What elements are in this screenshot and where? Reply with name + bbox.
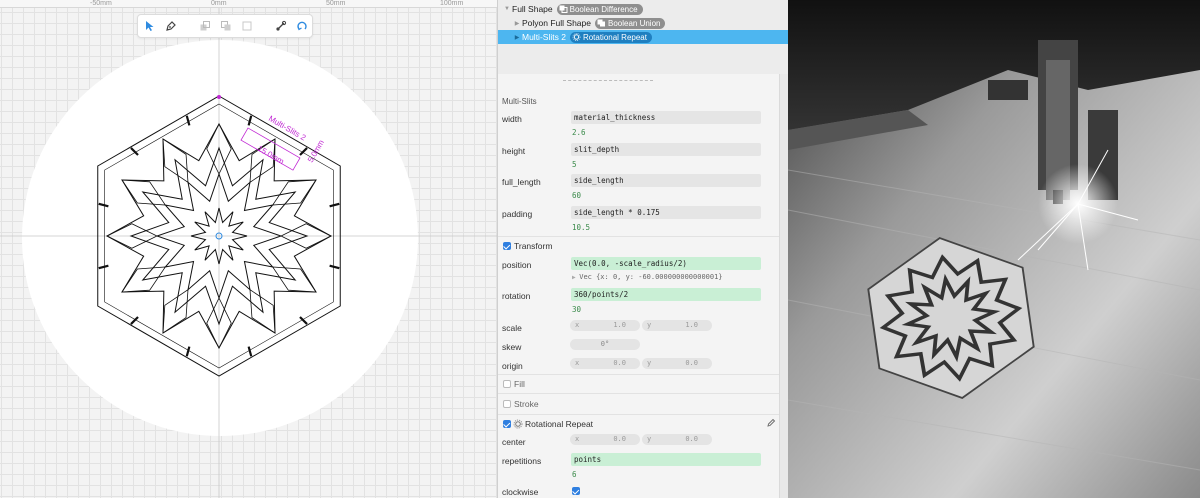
boolean-badge: Boolean Union — [595, 17, 666, 29]
center-x-input[interactable]: x 0.0 — [570, 434, 640, 445]
tree-item-label: Full Shape — [512, 4, 553, 14]
collapse-icon[interactable]: ▶ — [512, 20, 522, 27]
position-vector-readout: ▶ Vec {x: 0, y: -60.000000000000001} — [572, 273, 723, 281]
width-label: width — [502, 114, 522, 124]
rotation-label: rotation — [502, 291, 531, 301]
rim-slit — [98, 264, 109, 270]
collapse-icon[interactable]: ▶ — [512, 34, 522, 41]
stroke-label: Stroke — [514, 399, 539, 409]
pointer-icon[interactable] — [140, 15, 159, 37]
rim-slit — [98, 202, 109, 208]
slit-name-label: Multi-Slits 2 — [267, 114, 308, 143]
repetitions-value: 6 — [572, 470, 577, 479]
send-back-icon[interactable] — [216, 15, 235, 37]
full-length-label: full_length — [502, 177, 541, 187]
canvas-toolbar — [137, 14, 313, 38]
rim-slit — [329, 202, 340, 208]
scale-y-input[interactable]: y 1.0 — [642, 320, 712, 331]
position-expression-input[interactable]: Vec(0.0, -scale_radius/2) — [571, 257, 761, 270]
design-canvas[interactable]: -50mm 0mm 50mm 100mm Multi-Slits 2 15.0m… — [0, 0, 497, 498]
top-ruler: -50mm 0mm 50mm 100mm — [0, 0, 497, 8]
properties-panel: ▼ Full Shape Boolean Difference ▶ Polyon… — [497, 0, 788, 498]
boolean-badge: Boolean Difference — [556, 3, 643, 15]
origin-x-input[interactable]: x 0.0 — [570, 358, 640, 369]
ruler-label: 0mm — [211, 0, 227, 7]
rotation-expression-input[interactable]: 360/points/2 — [571, 288, 761, 301]
position-label: position — [502, 260, 532, 270]
width-expression-input[interactable]: material_thickness — [571, 111, 761, 124]
center-y-input[interactable]: y 0.0 — [642, 434, 712, 445]
rotational-repeat-title: Rotational Repeat — [525, 419, 594, 429]
ruler-label: -50mm — [90, 0, 112, 7]
repeat-icon[interactable] — [293, 15, 312, 37]
height-label: height — [502, 146, 526, 156]
properties-scroll[interactable]: Multi-Slits width material_thickness 2.6… — [498, 74, 779, 498]
scale-label: scale — [502, 323, 522, 333]
ruler-label: 100mm — [440, 0, 464, 7]
rim-slit — [329, 264, 340, 270]
edit-pencil-icon[interactable] — [766, 418, 776, 428]
skew-label: skew — [502, 342, 522, 352]
rim-slit — [185, 115, 191, 126]
tree-item-full-shape[interactable]: ▼ Full Shape Boolean Difference — [498, 2, 788, 16]
center-label: center — [502, 437, 526, 447]
anchor-point[interactable] — [217, 95, 221, 99]
repeat-badge: Rotational Repeat — [569, 31, 652, 43]
padding-expression-input[interactable]: side_length * 0.175 — [571, 206, 761, 219]
gear-icon — [572, 33, 581, 41]
expand-icon[interactable]: ▼ — [502, 6, 512, 12]
fill-label: Fill — [514, 379, 525, 389]
rim-slit — [185, 346, 191, 357]
repetitions-label: repetitions — [502, 456, 542, 466]
rotation-value: 30 — [572, 305, 582, 314]
ruler-label: 50mm — [326, 0, 346, 7]
tree-item-polyon-full-shape[interactable]: ▶ Polyon Full Shape Boolean Union — [498, 16, 788, 30]
height-value: 5 — [572, 160, 577, 169]
scale-x-input[interactable]: x 1.0 — [570, 320, 640, 331]
fill-checkbox[interactable] — [503, 380, 511, 388]
rim-slit — [247, 115, 253, 126]
properties-scrollbar[interactable] — [779, 74, 788, 498]
section-multi-slits-title: Multi-Slits — [502, 97, 537, 106]
clockwise-checkbox[interactable] — [572, 487, 580, 495]
link-icon[interactable] — [271, 15, 290, 37]
padding-label: padding — [502, 209, 533, 219]
rim-slit — [247, 346, 253, 357]
full-length-value: 60 — [572, 191, 582, 200]
skew-input[interactable]: 0° — [570, 339, 640, 350]
repetitions-expression-input[interactable]: points — [571, 453, 761, 466]
laser-cutting-photo — [788, 0, 1200, 498]
width-value: 2.6 — [572, 128, 586, 137]
rotational-repeat-checkbox[interactable] — [503, 420, 511, 428]
tree-item-multi-slits-2[interactable]: ▶ Multi-Slits 2 Rotational Repeat — [498, 30, 788, 44]
height-expression-input[interactable]: slit_depth — [571, 143, 761, 156]
padding-value: 10.5 — [572, 223, 591, 232]
full-length-expression-input[interactable]: side_length — [571, 174, 761, 187]
tree-item-label: Multi-Slits 2 — [522, 32, 566, 42]
clockwise-label: clockwise — [502, 487, 539, 497]
boolean-icon — [597, 19, 605, 27]
bring-front-icon[interactable] — [195, 15, 214, 37]
hexagon-artwork[interactable]: Multi-Slits 215.0mm 5.0mm — [0, 0, 497, 498]
boolean-icon — [559, 5, 568, 13]
origin-label: origin — [502, 361, 523, 371]
transform-checkbox[interactable] — [503, 242, 511, 250]
tree-item-label: Polyon Full Shape — [522, 18, 591, 28]
align-icon[interactable] — [238, 15, 257, 37]
pen-icon[interactable] — [161, 15, 180, 37]
stroke-checkbox[interactable] — [503, 400, 511, 408]
gear-icon — [513, 419, 523, 429]
origin-y-input[interactable]: y 0.0 — [642, 358, 712, 369]
transform-title: Transform — [514, 241, 553, 251]
